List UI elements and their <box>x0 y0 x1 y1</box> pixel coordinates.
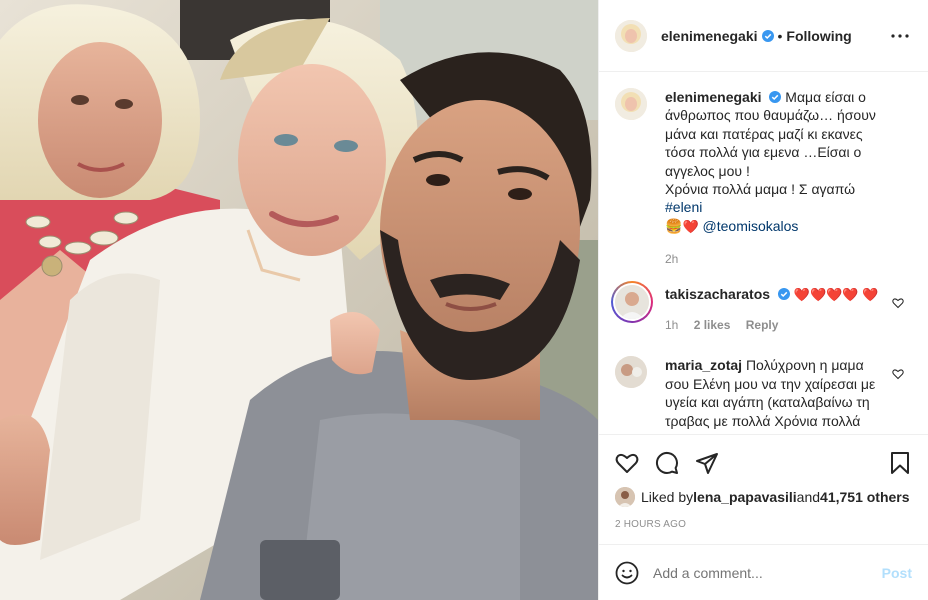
share-icon[interactable] <box>695 451 719 475</box>
likes-count[interactable]: 41,751 others <box>820 489 910 505</box>
caption-age[interactable]: 2h <box>665 252 678 266</box>
liker-avatar[interactable] <box>615 487 635 507</box>
likes-middle: and <box>796 489 821 505</box>
comment-age[interactable]: 1h <box>665 318 678 332</box>
comment-icon[interactable] <box>655 451 679 475</box>
mention-link[interactable]: @teomisokalos <box>703 218 799 234</box>
comment-item: takiszacharatos ❤️❤️❤️❤️ ❤️ 1h 2 likes R… <box>611 280 912 335</box>
caption: elenimenegaki Μαμα είσαι ο άνθρωπος που … <box>615 88 912 269</box>
emoji-heart-icon: ❤️ <box>682 218 699 234</box>
caption-line2: Χρόνια πολλά μαμα ! Σ αγαπώ <box>665 181 856 198</box>
more-horizontal-icon <box>891 33 909 38</box>
post-side-panel: elenimenegaki • Following elenimenegaki … <box>598 0 928 600</box>
reply-button[interactable]: Reply <box>746 318 779 332</box>
emoji-hamburger-icon: 🍔 <box>665 217 683 234</box>
caption-username[interactable]: elenimenegaki <box>665 89 762 105</box>
likes-prefix: Liked by <box>641 489 694 505</box>
verified-badge-icon <box>769 91 782 103</box>
hashtag-link[interactable]: #eleni <box>665 199 702 215</box>
comment-likes[interactable]: 2 likes <box>694 318 731 332</box>
post-photo[interactable] <box>0 0 598 600</box>
story-ring[interactable] <box>611 280 653 323</box>
following-button[interactable]: Following <box>786 28 851 44</box>
post-header: elenimenegaki • Following <box>599 0 928 72</box>
selfie-illustration <box>0 0 598 600</box>
commenter-username[interactable]: maria_zotaj <box>665 357 742 373</box>
add-comment-input[interactable] <box>653 564 882 581</box>
post-comment-button[interactable]: Post <box>882 565 912 581</box>
instagram-post-modal: elenimenegaki • Following elenimenegaki … <box>0 0 928 600</box>
verified-badge-icon <box>777 287 790 300</box>
likes-summary: Liked by lena_papavasili and 41,751 othe… <box>615 487 912 507</box>
heart-icon[interactable] <box>615 451 639 475</box>
bookmark-icon[interactable] <box>888 451 912 475</box>
verified-badge-icon <box>761 29 774 42</box>
post-timestamp[interactable]: 2 HOURS AGO <box>615 519 912 530</box>
caption-author-avatar[interactable] <box>615 88 647 120</box>
commenter-avatar <box>615 284 649 319</box>
author-avatar[interactable] <box>615 19 647 52</box>
comments-list[interactable]: elenimenegaki Μαμα είσαι ο άνθρωπος που … <box>599 72 928 434</box>
like-comment-heart-icon[interactable] <box>892 297 904 309</box>
more-options-button[interactable] <box>888 24 912 48</box>
post-actions: Liked by lena_papavasili and 41,751 othe… <box>599 434 928 544</box>
like-comment-heart-icon[interactable] <box>892 368 904 380</box>
header-separator: • <box>777 27 783 44</box>
liker-username[interactable]: lena_papavasili <box>693 489 797 505</box>
comment-text: ❤️❤️❤️❤️ ❤️ <box>793 286 879 302</box>
commenter-avatar[interactable] <box>615 356 647 389</box>
emoji-icon[interactable] <box>615 561 639 585</box>
author-username[interactable]: elenimenegaki <box>661 28 758 44</box>
commenter-username[interactable]: takiszacharatos <box>665 286 770 302</box>
comment-item: maria_zotaj Πολύχρονη η μαμα σου Ελένη μ… <box>615 356 912 430</box>
add-comment-bar: Post <box>599 544 928 600</box>
